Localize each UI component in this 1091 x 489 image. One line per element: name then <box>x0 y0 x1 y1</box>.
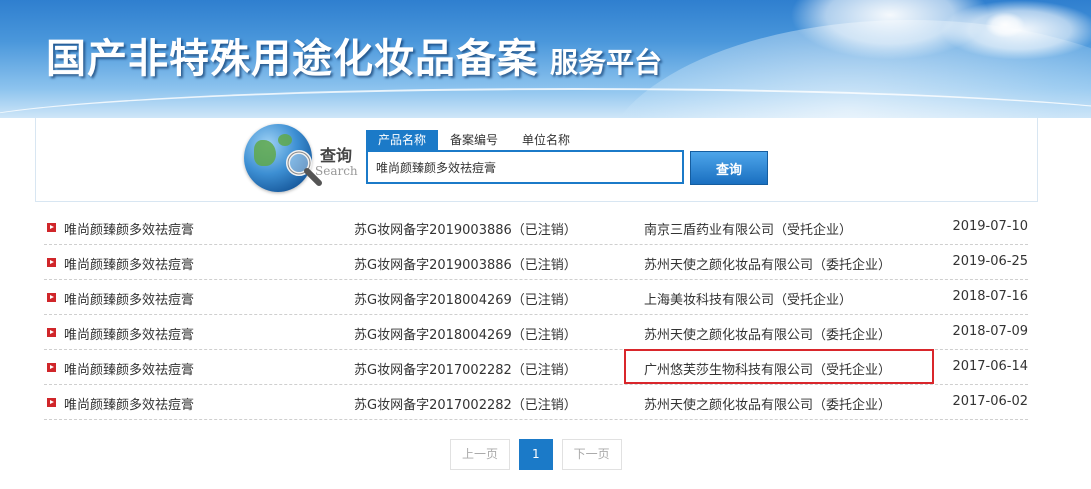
product-name-link[interactable]: 唯尚颜臻颜多效祛痘膏 <box>64 289 194 308</box>
product-name-link[interactable]: 唯尚颜臻颜多效祛痘膏 <box>64 254 194 273</box>
next-page-button[interactable]: 下一页 <box>561 439 622 470</box>
registration-number: 苏G妆网备字2017002282（已注销） <box>354 363 577 378</box>
prev-page-button[interactable]: 上一页 <box>450 439 511 470</box>
company-name: 苏州天使之颜化妆品有限公司（委托企业） <box>644 398 892 413</box>
arrow-bullet-icon <box>47 293 56 302</box>
search-tabs: 产品名称 备案编号 单位名称 <box>366 130 582 150</box>
company-name: 南京三盾药业有限公司（受托企业） <box>644 223 853 238</box>
tab-product-name[interactable]: 产品名称 <box>366 130 439 150</box>
table-row: 唯尚颜臻颜多效祛痘膏 苏G妆网备字2019003886（已注销） 苏州天使之颜化… <box>44 245 1028 280</box>
registration-number: 苏G妆网备字2018004269（已注销） <box>354 293 577 308</box>
table-row: 唯尚颜臻颜多效祛痘膏 苏G妆网备字2018004269（已注销） 上海美妆科技有… <box>44 280 1028 315</box>
results-list: 唯尚颜臻颜多效祛痘膏 苏G妆网备字2019003886（已注销） 南京三盾药业有… <box>44 210 1028 420</box>
product-name-link[interactable]: 唯尚颜臻颜多效祛痘膏 <box>64 394 194 413</box>
record-date: 2018-07-16 <box>952 289 1028 304</box>
company-name: 苏州天使之颜化妆品有限公司（委托企业） <box>644 328 892 343</box>
pagination: 上一页 1 下一页 <box>450 439 622 470</box>
product-name-link[interactable]: 唯尚颜臻颜多效祛痘膏 <box>64 219 194 238</box>
product-name-link[interactable]: 唯尚颜臻颜多效祛痘膏 <box>64 324 194 343</box>
registration-number: 苏G妆网备字2017002282（已注销） <box>354 398 577 413</box>
search-label: 查询 <box>320 146 353 165</box>
tab-company-name[interactable]: 单位名称 <box>510 130 582 150</box>
table-row: 唯尚颜臻颜多效祛痘膏 苏G妆网备字2017002282（已注销） 苏州天使之颜化… <box>44 385 1028 420</box>
title-main: 国产非特殊用途化妆品备案 <box>46 35 538 82</box>
search-panel: 查询 Search 产品名称 备案编号 单位名称 查询 <box>35 118 1038 202</box>
search-input[interactable] <box>366 150 684 184</box>
registration-number: 苏G妆网备字2019003886（已注销） <box>354 258 577 273</box>
table-row: 唯尚颜臻颜多效祛痘膏 苏G妆网备字2018004269（已注销） 苏州天使之颜化… <box>44 315 1028 350</box>
page-number-current[interactable]: 1 <box>519 439 553 470</box>
registration-number: 苏G妆网备字2019003886（已注销） <box>354 223 577 238</box>
company-name: 广州悠芙莎生物科技有限公司（受托企业） <box>644 363 892 378</box>
record-date: 2017-06-14 <box>952 359 1028 374</box>
record-date: 2019-06-25 <box>952 254 1028 269</box>
arrow-bullet-icon <box>47 363 56 372</box>
record-date: 2017-06-02 <box>952 394 1028 409</box>
company-name: 苏州天使之颜化妆品有限公司（委托企业） <box>644 258 892 273</box>
header-banner: 国产非特殊用途化妆品备案 服务平台 <box>0 0 1091 118</box>
search-label-en: Search <box>315 164 358 178</box>
product-name-link[interactable]: 唯尚颜臻颜多效祛痘膏 <box>64 359 194 378</box>
record-date: 2019-07-10 <box>952 219 1028 234</box>
tab-registration-number[interactable]: 备案编号 <box>438 130 510 150</box>
company-name: 上海美妆科技有限公司（受托企业） <box>644 293 853 308</box>
table-row: 唯尚颜臻颜多效祛痘膏 苏G妆网备字2017002282（已注销） 广州悠芙莎生物… <box>44 350 1028 385</box>
title-sub: 服务平台 <box>550 46 663 79</box>
page-title: 国产非特殊用途化妆品备案 服务平台 <box>46 26 662 84</box>
arrow-bullet-icon <box>47 258 56 267</box>
arrow-bullet-icon <box>47 398 56 407</box>
registration-number: 苏G妆网备字2018004269（已注销） <box>354 328 577 343</box>
record-date: 2018-07-09 <box>952 324 1028 339</box>
arrow-bullet-icon <box>47 223 56 232</box>
arrow-bullet-icon <box>47 328 56 337</box>
search-button[interactable]: 查询 <box>690 151 768 185</box>
cloud-decoration <box>985 12 1025 38</box>
table-row: 唯尚颜臻颜多效祛痘膏 苏G妆网备字2019003886（已注销） 南京三盾药业有… <box>44 210 1028 245</box>
